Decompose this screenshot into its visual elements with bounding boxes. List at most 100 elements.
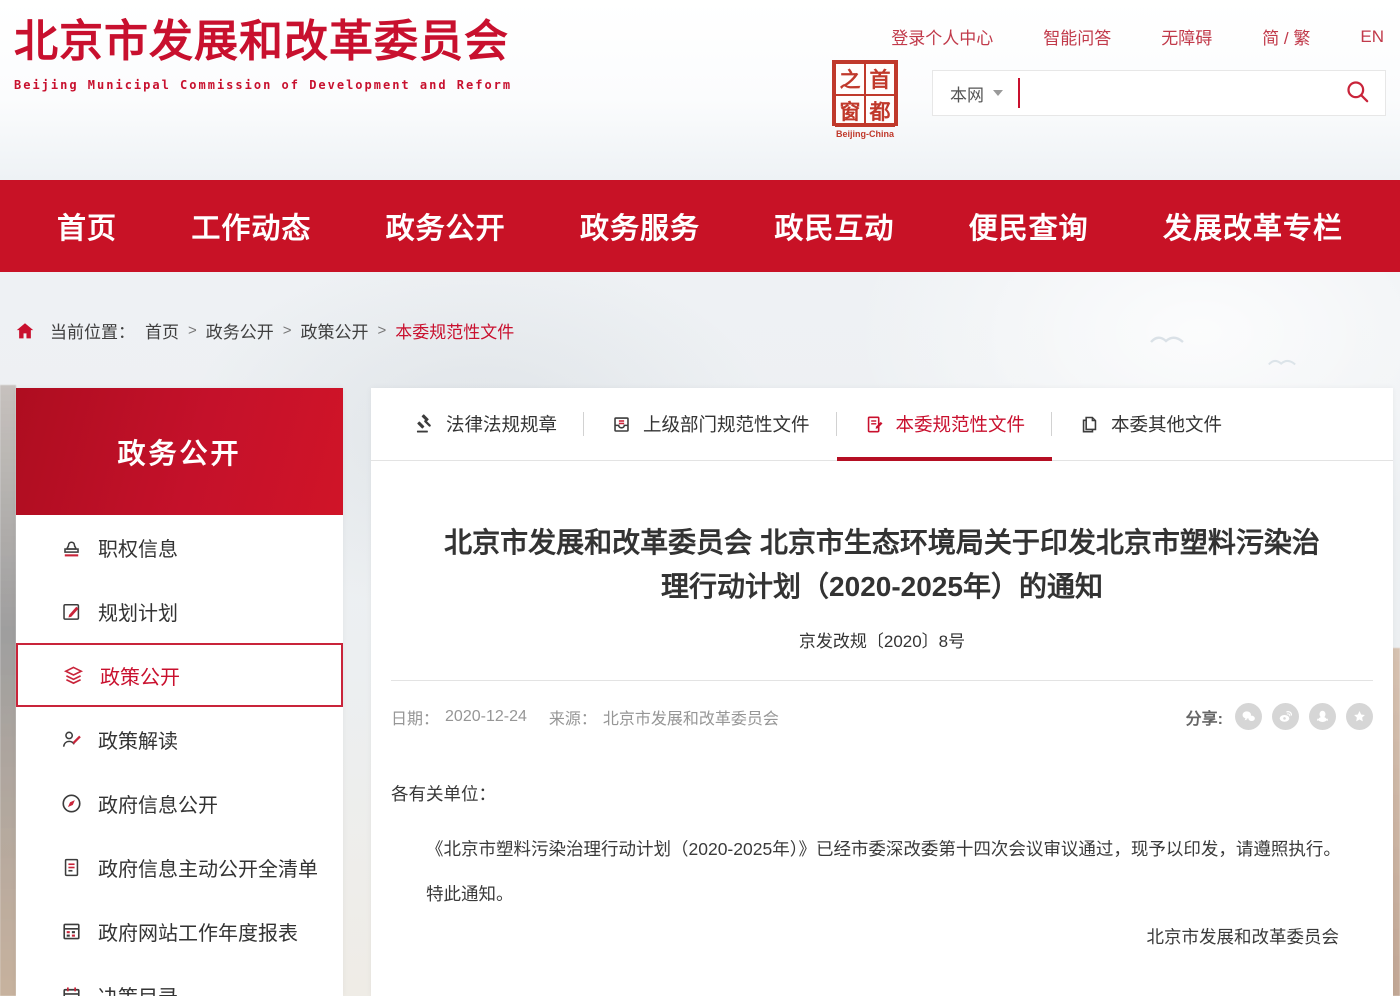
tab-label: 本委其他文件 bbox=[1111, 411, 1222, 437]
sidebar-item[interactable]: 政府网站工作年度报表 bbox=[16, 899, 343, 963]
stamp-char: 首 bbox=[865, 63, 895, 95]
background-photo-strip-left bbox=[0, 385, 16, 996]
date-label: 日期： bbox=[391, 705, 439, 729]
breadcrumb-item-label: 政务公开 bbox=[206, 318, 274, 343]
bird-decoration bbox=[1150, 332, 1184, 346]
nav-item[interactable]: 首页 bbox=[57, 205, 117, 247]
nav-item[interactable]: 政务公开 bbox=[386, 205, 506, 247]
search-icon bbox=[1344, 78, 1371, 108]
stamp-char: 都 bbox=[865, 95, 895, 127]
tab-label: 上级部门规范性文件 bbox=[643, 411, 810, 437]
site-title: 北京市发展和改革委员会 bbox=[14, 16, 512, 68]
article-paragraph: 各有关单位： bbox=[391, 776, 1373, 813]
sidebar-item-label: 政策解读 bbox=[98, 725, 178, 754]
nav-item[interactable]: 发展改革专栏 bbox=[1163, 205, 1343, 247]
search-bar: 本网 bbox=[932, 70, 1386, 116]
nav-item[interactable]: 政务服务 bbox=[580, 205, 700, 247]
tab[interactable]: 本委规范性文件 bbox=[837, 388, 1053, 460]
share-bar: 分享: bbox=[1186, 703, 1373, 730]
capital-window-logo[interactable]: 之首窗都 Beijing-China bbox=[832, 60, 898, 139]
site-subtitle: Beijing Municipal Commission of Developm… bbox=[14, 78, 512, 92]
capital-window-seal: 之首窗都 bbox=[832, 60, 898, 126]
share-buttons bbox=[1235, 703, 1373, 730]
breadcrumb-item-label: 本委规范性文件 bbox=[395, 318, 514, 343]
breadcrumb-label: 当前位置： bbox=[50, 318, 135, 343]
top-link[interactable]: 简 / 繁 bbox=[1262, 24, 1310, 49]
search-scope-label: 本网 bbox=[950, 81, 984, 106]
article: 北京市发展和改革委员会 北京市生态环境局关于印发北京市塑料污染治理行动计划（20… bbox=[371, 521, 1393, 956]
sidebar-item[interactable]: 政策公开 bbox=[16, 643, 343, 707]
breadcrumb-item[interactable]: 首页 > bbox=[145, 318, 206, 343]
source-label: 来源： bbox=[549, 705, 597, 729]
breadcrumb-separator: > bbox=[283, 322, 292, 339]
search-scope-select[interactable]: 本网 bbox=[933, 81, 1003, 106]
search-input[interactable] bbox=[1020, 71, 1344, 115]
report-table-icon bbox=[60, 920, 83, 943]
decision-catalog-icon bbox=[60, 984, 83, 996]
breadcrumb-items: 首页 > 政务公开 > 政策公开 > 本委规范性文件 > bbox=[145, 318, 514, 343]
caret-down-icon bbox=[993, 90, 1003, 96]
top-links: 登录个人中心 智能问答 无障碍 简 / 繁 EN bbox=[891, 24, 1384, 49]
bird-decoration bbox=[1268, 356, 1296, 368]
tab[interactable]: 法律法规规章 bbox=[387, 388, 584, 460]
breadcrumb-separator: > bbox=[188, 322, 197, 339]
nav-item[interactable]: 便民查询 bbox=[969, 205, 1089, 247]
sidebar-item[interactable]: 政府信息公开 bbox=[16, 771, 343, 835]
page: 北京市发展和改革委员会 Beijing Municipal Commission… bbox=[0, 0, 1400, 996]
article-title: 北京市发展和改革委员会 北京市生态环境局关于印发北京市塑料污染治理行动计划（20… bbox=[433, 521, 1331, 609]
share-button[interactable] bbox=[1346, 703, 1373, 730]
breadcrumb-item[interactable]: 政策公开 > bbox=[301, 318, 396, 343]
top-link[interactable]: 无障碍 bbox=[1161, 24, 1212, 49]
sidebar-item-label: 政府网站工作年度报表 bbox=[98, 917, 298, 946]
sidebar-item[interactable]: 决策目录 bbox=[16, 963, 343, 996]
share-button[interactable] bbox=[1235, 703, 1262, 730]
sidebar-item-label: 规划计划 bbox=[98, 597, 178, 626]
sidebar-item[interactable]: 政府信息主动公开全清单 bbox=[16, 835, 343, 899]
article-meta-row: 日期： 2020-12-24 来源： 北京市发展和改革委员会 分享: bbox=[391, 703, 1373, 730]
home-icon[interactable] bbox=[14, 320, 36, 342]
date-value: 2020-12-24 bbox=[445, 708, 527, 726]
sidebar-item-label: 政策公开 bbox=[100, 661, 180, 690]
sidebar-item[interactable]: 政策解读 bbox=[16, 707, 343, 771]
compass-icon bbox=[60, 792, 83, 815]
sidebar-item-label: 决策目录 bbox=[98, 981, 178, 996]
share-button[interactable] bbox=[1309, 703, 1336, 730]
doc-pen-icon bbox=[864, 414, 885, 435]
article-paragraph: 特此通知。 bbox=[391, 876, 1373, 913]
breadcrumb-item[interactable]: 政务公开 > bbox=[206, 318, 301, 343]
stamp-caption: Beijing-China bbox=[832, 129, 898, 139]
tab[interactable]: 本委其他文件 bbox=[1052, 388, 1249, 460]
top-link[interactable]: EN bbox=[1360, 27, 1384, 47]
gavel-icon bbox=[414, 414, 435, 435]
top-link[interactable]: 登录个人中心 bbox=[891, 24, 993, 49]
sidebar-item[interactable]: 职权信息 bbox=[16, 515, 343, 579]
share-button[interactable] bbox=[1272, 703, 1299, 730]
tab-label: 本委规范性文件 bbox=[896, 411, 1026, 437]
content-panel: 法律法规规章 上级部门规范性文件 本委规范性文件 本委其他文件 北京市发展和改革… bbox=[371, 388, 1393, 996]
site-header: 北京市发展和改革委员会 Beijing Municipal Commission… bbox=[0, 0, 1400, 180]
nav-item[interactable]: 工作动态 bbox=[191, 205, 311, 247]
breadcrumb-item-label: 政策公开 bbox=[301, 318, 369, 343]
tab-label: 法律法规规章 bbox=[446, 411, 557, 437]
qzone-share-icon bbox=[1351, 708, 1368, 725]
breadcrumb-separator: > bbox=[378, 322, 387, 339]
sidebar-item-label: 政府信息公开 bbox=[98, 789, 218, 818]
sidebar-header: 政务公开 bbox=[16, 388, 343, 515]
article-meta: 日期： 2020-12-24 来源： 北京市发展和改革委员会 bbox=[391, 705, 779, 729]
sidebar-item-label: 政府信息主动公开全清单 bbox=[98, 853, 318, 882]
sidebar: 政务公开 职权信息 规划计划 政策公开 政策解读 政府信息公开 政府信息主动公开… bbox=[16, 388, 343, 996]
inbox-icon bbox=[611, 414, 632, 435]
article-paragraph: 北京市发展和改革委员会 bbox=[391, 919, 1373, 956]
article-body: 各有关单位：《北京市塑料污染治理行动计划（2020-2025年）》已经市委深改委… bbox=[391, 776, 1373, 956]
search-button[interactable] bbox=[1344, 78, 1385, 108]
tab[interactable]: 上级部门规范性文件 bbox=[584, 388, 837, 460]
stamp-icon bbox=[60, 536, 83, 559]
top-link[interactable]: 智能问答 bbox=[1043, 24, 1111, 49]
nav-item[interactable]: 政民互动 bbox=[774, 205, 894, 247]
stamp-char: 之 bbox=[835, 63, 865, 95]
sidebar-item[interactable]: 规划计划 bbox=[16, 579, 343, 643]
breadcrumb-item[interactable]: 本委规范性文件 > bbox=[395, 318, 514, 343]
list-doc-icon bbox=[60, 856, 83, 879]
site-logo[interactable]: 北京市发展和改革委员会 Beijing Municipal Commission… bbox=[14, 16, 512, 92]
wechat-share-icon bbox=[1240, 708, 1257, 725]
